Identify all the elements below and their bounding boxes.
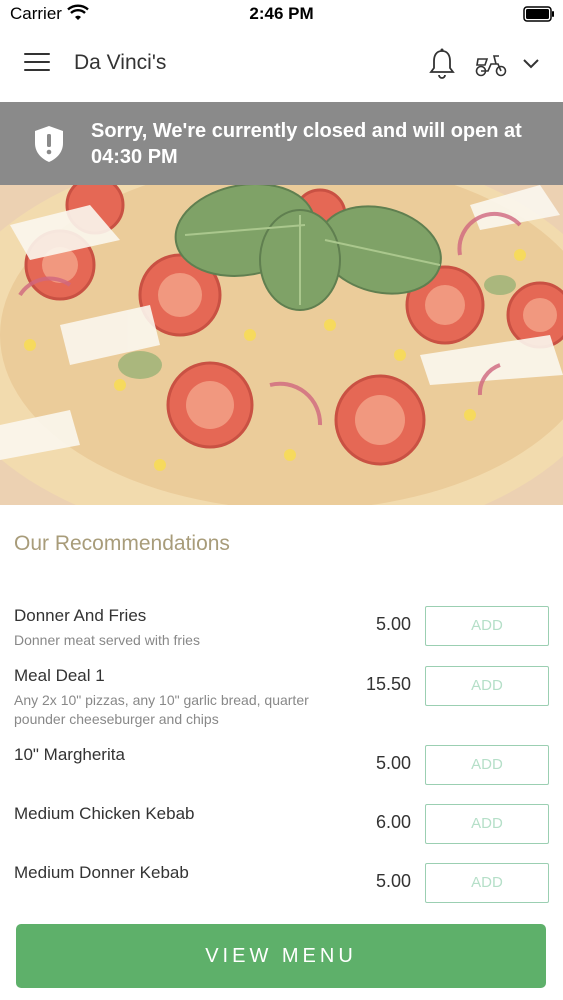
app-header: Da Vinci's: [0, 28, 563, 102]
item-price: 5.00: [375, 871, 411, 891]
bell-icon[interactable]: [428, 48, 456, 80]
item-price: 15.50: [365, 674, 411, 694]
add-button[interactable]: ADD: [425, 804, 549, 844]
menu-icon[interactable]: [24, 53, 50, 75]
item-name: Meal Deal 1: [14, 666, 105, 685]
item-name: 10" Margherita: [14, 745, 125, 764]
item-name: Medium Chicken Kebab: [14, 804, 195, 823]
add-button[interactable]: ADD: [425, 666, 549, 706]
battery-icon: [523, 6, 554, 22]
add-button[interactable]: ADD: [425, 863, 549, 903]
status-bar: Carrier 2:46 PM: [0, 0, 563, 28]
add-button[interactable]: ADD: [425, 745, 549, 785]
closed-message: Sorry, We're currently closed and will o…: [91, 120, 522, 168]
item-description: Donner meat served with fries: [14, 632, 200, 648]
chevron-down-icon[interactable]: [522, 56, 540, 70]
item-name: Medium Donner Kebab: [14, 863, 189, 882]
recommendations-title: Our Recommendations: [14, 532, 230, 555]
shield-alert-icon: [35, 126, 63, 162]
add-button[interactable]: ADD: [425, 606, 549, 646]
item-description: Any 2x 10" pizzas, any 10" garlic bread,…: [14, 692, 309, 727]
item-price: 5.00: [375, 753, 411, 773]
view-menu-button[interactable]: VIEW MENU: [16, 924, 546, 988]
hero-pizza-image: [0, 185, 563, 505]
status-time: 2:46 PM: [249, 4, 314, 23]
scooter-icon[interactable]: [474, 52, 508, 78]
closed-banner: Sorry, We're currently closed and will o…: [0, 102, 563, 185]
page-title: Da Vinci's: [74, 51, 167, 74]
item-price: 6.00: [375, 812, 411, 832]
item-price: 5.00: [375, 614, 411, 634]
item-name: Donner And Fries: [14, 606, 147, 625]
